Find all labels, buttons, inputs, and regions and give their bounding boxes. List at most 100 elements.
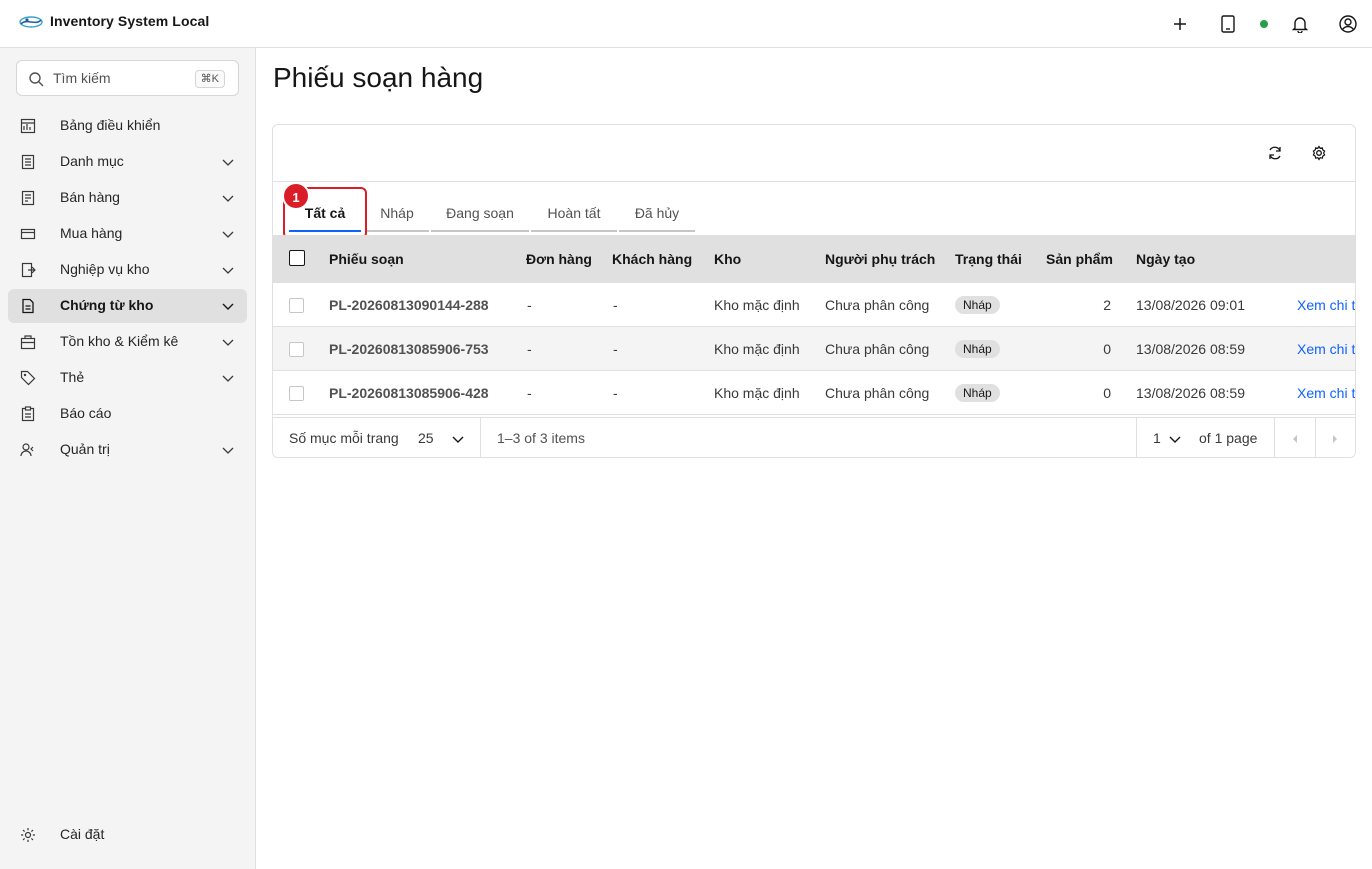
chevron-down-icon [222, 159, 234, 166]
sidebar-item-settings[interactable]: Cài đặt [8, 818, 247, 852]
sidebar-item-warehouse-documents[interactable]: Chứng từ kho [8, 289, 247, 323]
table-row[interactable]: PL-20260813085906-753 - - Kho mặc định C… [273, 327, 1355, 371]
sidebar-item-label: Nghiệp vụ kho [60, 261, 150, 277]
notification-icon[interactable] [1288, 12, 1312, 36]
column-header[interactable]: Sản phẩm [1046, 251, 1113, 267]
tab-cancelled[interactable]: Đã hủy [619, 194, 695, 232]
status-tabs: Tất cả Nháp Đang soạn Hoàn tất Đã hủy 1 [273, 182, 1355, 239]
sidebar-item-warehouse-ops[interactable]: Nghiệp vụ kho [8, 253, 247, 287]
customer-cell: - [613, 385, 618, 401]
table-row[interactable]: PL-20260813085906-428 - - Kho mặc định C… [273, 371, 1355, 415]
column-header[interactable]: Kho [714, 251, 741, 267]
sidebar-item-admin[interactable]: Quản trị [8, 433, 247, 467]
sidebar-item-label: Chứng từ kho [60, 297, 154, 313]
sidebar-item-label: Danh mục [60, 153, 124, 169]
warehouse-ops-icon [21, 262, 36, 278]
column-header[interactable]: Phiếu soạn [329, 251, 404, 267]
assignee-cell: Chưa phân công [825, 341, 930, 357]
refresh-button[interactable] [1263, 141, 1287, 165]
sales-icon [21, 190, 35, 206]
column-header[interactable]: Người phụ trách [825, 251, 935, 267]
page-title: Phiếu soạn hàng [273, 62, 484, 93]
sidebar-item-label: Quản trị [60, 441, 110, 457]
assignee-cell: Chưa phân công [825, 297, 930, 313]
assignee-cell: Chưa phân công [825, 385, 930, 401]
per-page-select[interactable]: 25 [418, 430, 434, 446]
picklist-id: PL-20260813085906-428 [329, 385, 489, 401]
settings-icon [1312, 145, 1326, 161]
pagination-bar: Số mục mỗi trang 25 1–3 of 3 items 1 of … [273, 417, 1355, 457]
view-detail-link[interactable]: Xem chi t [1297, 385, 1355, 401]
table-row[interactable]: PL-20260813090144-288 - - Kho mặc định C… [273, 283, 1355, 327]
column-header[interactable]: Ngày tạo [1136, 251, 1195, 267]
sidebar-item-reports[interactable]: Báo cáo [8, 397, 247, 431]
page-select[interactable]: 1 [1153, 430, 1161, 446]
status-badge: Nháp [955, 296, 1000, 314]
chevron-down-icon[interactable] [451, 432, 465, 446]
sidebar-item-dashboard[interactable]: Bảng điều khiển [8, 109, 247, 143]
sidebar-item-catalog[interactable]: Danh mục [8, 145, 247, 179]
tab-completed[interactable]: Hoàn tất [531, 194, 617, 232]
view-detail-link[interactable]: Xem chi t [1297, 297, 1355, 313]
sidebar-item-label: Báo cáo [60, 405, 112, 421]
chevron-down-icon [222, 339, 234, 346]
dashboard-icon [20, 118, 36, 134]
column-header[interactable]: Khách hàng [612, 251, 692, 267]
sidebar-item-sales[interactable]: Bán hàng [8, 181, 247, 215]
chevron-down-icon[interactable] [1168, 432, 1182, 446]
picklist-id: PL-20260813085906-753 [329, 341, 489, 357]
item-range-text: 1–3 of 3 items [497, 430, 585, 446]
sidebar-item-label: Bảng điều khiển [60, 117, 161, 133]
chevron-down-icon [222, 231, 234, 238]
row-checkbox[interactable] [289, 386, 304, 401]
sidebar-item-label: Cài đặt [60, 826, 105, 842]
table-settings-button[interactable] [1307, 141, 1331, 165]
chevron-down-icon [222, 375, 234, 382]
products-cell: 0 [1103, 385, 1111, 401]
created-cell: 13/08/2026 09:01 [1136, 297, 1245, 313]
view-detail-link[interactable]: Xem chi t [1297, 341, 1355, 357]
previous-page-icon[interactable] [1289, 433, 1301, 445]
row-checkbox[interactable] [289, 298, 304, 313]
sidebar-item-label: Bán hàng [60, 189, 120, 205]
table-toolbar [273, 125, 1355, 182]
status-badge: Nháp [955, 384, 1000, 402]
sidebar-item-inventory[interactable]: Tồn kho & Kiểm kê [8, 325, 247, 359]
search-icon [29, 72, 44, 87]
tab-draft[interactable]: Nháp [365, 194, 429, 232]
products-cell: 2 [1103, 297, 1111, 313]
table-header: Phiếu soạn Đơn hàng Khách hàng Kho Người… [273, 235, 1355, 283]
tablet-icon[interactable] [1216, 12, 1240, 36]
purchase-icon [20, 228, 36, 240]
tab-picking[interactable]: Đang soạn [431, 194, 529, 232]
next-page-icon[interactable] [1329, 433, 1341, 445]
status-badge: Nháp [955, 340, 1000, 358]
column-header[interactable]: Trạng thái [955, 251, 1022, 267]
row-checkbox[interactable] [289, 342, 304, 357]
app-logo-icon [19, 16, 43, 28]
search-input[interactable]: Tìm kiếm ⌘K [16, 60, 239, 96]
refresh-icon [1269, 146, 1281, 160]
sidebar-item-label: Thẻ [60, 369, 85, 385]
created-cell: 13/08/2026 08:59 [1136, 385, 1245, 401]
user-avatar-icon[interactable] [1336, 12, 1360, 36]
sidebar: Tìm kiếm ⌘K Bảng điều khiển Danh mục Bán… [0, 48, 256, 869]
sidebar-item-label: Mua hàng [60, 225, 123, 241]
top-header: Inventory System Local [0, 0, 1372, 48]
order-cell: - [527, 297, 532, 313]
sidebar-item-label: Tồn kho & Kiểm kê [60, 333, 179, 349]
online-status-dot [1260, 20, 1268, 28]
per-page-label: Số mục mỗi trang [289, 430, 399, 446]
select-all-checkbox[interactable] [289, 250, 305, 266]
sidebar-item-purchase[interactable]: Mua hàng [8, 217, 247, 251]
column-header[interactable]: Đơn hàng [526, 251, 592, 267]
chevron-down-icon [222, 267, 234, 274]
add-icon[interactable] [1168, 12, 1192, 36]
warehouse-cell: Kho mặc định [714, 385, 800, 401]
sidebar-item-tags[interactable]: Thẻ [8, 361, 247, 395]
inventory-icon [20, 335, 36, 350]
chevron-down-icon [222, 447, 234, 454]
order-cell: - [527, 385, 532, 401]
customer-cell: - [613, 341, 618, 357]
data-table-card: Tất cả Nháp Đang soạn Hoàn tất Đã hủy 1 … [272, 124, 1356, 458]
